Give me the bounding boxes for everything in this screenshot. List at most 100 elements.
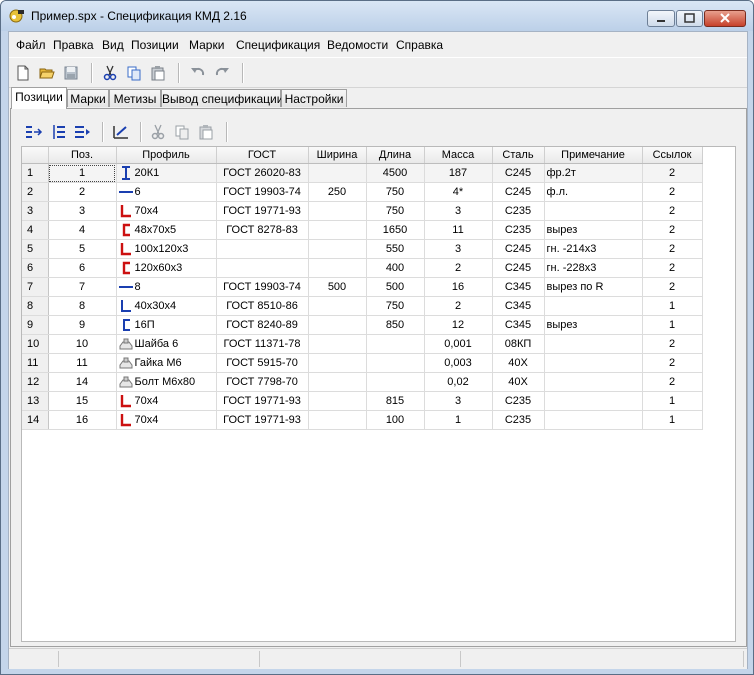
table-row[interactable]: 6 6 120х60х3 400 2 С245 гн. -228х3 2 (22, 258, 703, 278)
cell-refs[interactable]: 1 (642, 296, 703, 316)
tab-positions[interactable]: Позиции (11, 87, 67, 109)
cell-refs[interactable]: 2 (642, 220, 703, 240)
column-header[interactable]: Сталь (492, 147, 545, 164)
cell-steel[interactable]: С245 (492, 258, 545, 278)
cell-pos[interactable]: 5 (48, 239, 117, 259)
cell-length[interactable]: 100 (366, 410, 425, 430)
cell-pos[interactable]: 1 (48, 163, 117, 183)
undo-button[interactable] (187, 62, 209, 84)
row-number[interactable]: 9 (22, 315, 49, 335)
cell-pos[interactable]: 16 (48, 410, 117, 430)
cell-width[interactable] (308, 410, 367, 430)
row-number[interactable]: 11 (22, 353, 49, 373)
cell-width[interactable] (308, 239, 367, 259)
column-header[interactable]: Длина (366, 147, 425, 164)
cut-button[interactable] (99, 62, 121, 84)
tab-spec-output[interactable]: Вывод спецификации (161, 89, 283, 107)
row-number[interactable]: 1 (22, 163, 49, 183)
cell-refs[interactable]: 2 (642, 258, 703, 278)
cell-steel[interactable]: С345 (492, 296, 545, 316)
cell-steel[interactable]: С235 (492, 201, 545, 221)
cell-length[interactable]: 750 (366, 296, 425, 316)
cell-pos[interactable]: 3 (48, 201, 117, 221)
cell-note[interactable]: ф.л. (544, 182, 643, 202)
cell-refs[interactable]: 1 (642, 391, 703, 411)
cell-length[interactable] (366, 334, 425, 354)
redo-button[interactable] (211, 62, 233, 84)
cell-note[interactable]: вырез по R (544, 277, 643, 297)
row-number[interactable]: 2 (22, 182, 49, 202)
cell-profile[interactable]: 16П (116, 315, 217, 335)
menu-view[interactable]: Вид (102, 38, 124, 52)
cell-gost[interactable] (216, 258, 309, 278)
cell-gost[interactable]: ГОСТ 8240-89 (216, 315, 309, 335)
paste-button[interactable] (147, 62, 169, 84)
cell-mass[interactable]: 0,003 (424, 353, 493, 373)
cell-steel[interactable]: 40Х (492, 353, 545, 373)
cell-pos[interactable]: 14 (48, 372, 117, 392)
cell-profile[interactable]: 40х30х4 (116, 296, 217, 316)
cell-note[interactable] (544, 353, 643, 373)
copy-button[interactable] (123, 62, 145, 84)
cell-note[interactable]: гн. -214х3 (544, 239, 643, 259)
row-number[interactable]: 5 (22, 239, 49, 259)
append-row-button[interactable] (72, 121, 94, 143)
cell-width[interactable] (308, 220, 367, 240)
minimize-button[interactable] (647, 10, 675, 27)
cell-profile[interactable]: 70х4 (116, 201, 217, 221)
cell-pos[interactable]: 9 (48, 315, 117, 335)
new-file-button[interactable] (12, 62, 34, 84)
column-header[interactable]: Поз. (48, 147, 117, 164)
cell-length[interactable]: 750 (366, 201, 425, 221)
table-row[interactable]: 5 5 100х120х3 550 3 С245 гн. -214х3 2 (22, 239, 703, 259)
cell-pos[interactable]: 15 (48, 391, 117, 411)
cell-profile[interactable]: Болт М6х80 (116, 372, 217, 392)
cell-steel[interactable]: С235 (492, 220, 545, 240)
cell-profile[interactable]: Гайка М6 (116, 353, 217, 373)
tab-fasteners[interactable]: Метизы (109, 89, 161, 107)
cell-width[interactable] (308, 258, 367, 278)
cell-profile[interactable]: 6 (116, 182, 217, 202)
row-number[interactable]: 4 (22, 220, 49, 240)
cell-mass[interactable]: 2 (424, 296, 493, 316)
cell-refs[interactable]: 2 (642, 201, 703, 221)
close-button[interactable] (704, 10, 746, 27)
column-header[interactable] (22, 147, 49, 164)
cell-width[interactable] (308, 296, 367, 316)
cell-gost[interactable]: ГОСТ 19903-74 (216, 182, 309, 202)
table-row[interactable]: 8 8 40х30х4 ГОСТ 8510-86 750 2 С345 1 (22, 296, 703, 316)
cell-steel[interactable]: С245 (492, 182, 545, 202)
cell-width[interactable] (308, 391, 367, 411)
table-row[interactable]: 4 4 48х70х5 ГОСТ 8278-83 1650 11 С235 вырез 2 (22, 220, 703, 240)
cell-refs[interactable]: 2 (642, 182, 703, 202)
cell-refs[interactable]: 2 (642, 372, 703, 392)
maximize-button[interactable] (676, 10, 703, 27)
cell-width[interactable] (308, 372, 367, 392)
row-number[interactable]: 10 (22, 334, 49, 354)
cell-mass[interactable]: 0,02 (424, 372, 493, 392)
cell-gost[interactable]: ГОСТ 19771-93 (216, 410, 309, 430)
renumber-button[interactable] (48, 121, 70, 143)
cell-gost[interactable]: ГОСТ 19771-93 (216, 201, 309, 221)
cell-width[interactable] (308, 201, 367, 221)
copy-row-button[interactable] (171, 121, 193, 143)
cell-refs[interactable]: 2 (642, 277, 703, 297)
cell-length[interactable]: 500 (366, 277, 425, 297)
cell-mass[interactable]: 3 (424, 391, 493, 411)
cell-pos[interactable]: 6 (48, 258, 117, 278)
cell-length[interactable] (366, 353, 425, 373)
cell-gost[interactable]: ГОСТ 8510-86 (216, 296, 309, 316)
insert-row-button[interactable] (23, 121, 45, 143)
menu-help[interactable]: Справка (396, 38, 443, 52)
cell-note[interactable] (544, 201, 643, 221)
row-number[interactable]: 14 (22, 410, 49, 430)
column-header[interactable]: Ширина (308, 147, 367, 164)
cell-refs[interactable]: 2 (642, 239, 703, 259)
cell-note[interactable] (544, 334, 643, 354)
cell-length[interactable]: 815 (366, 391, 425, 411)
column-header[interactable]: Профиль (116, 147, 217, 164)
row-number[interactable]: 3 (22, 201, 49, 221)
cell-mass[interactable]: 0,001 (424, 334, 493, 354)
menu-statements[interactable]: Ведомости (327, 38, 388, 52)
table-row[interactable]: 10 10 Шайба 6 ГОСТ 11371-78 0,001 08КП 2 (22, 334, 703, 354)
